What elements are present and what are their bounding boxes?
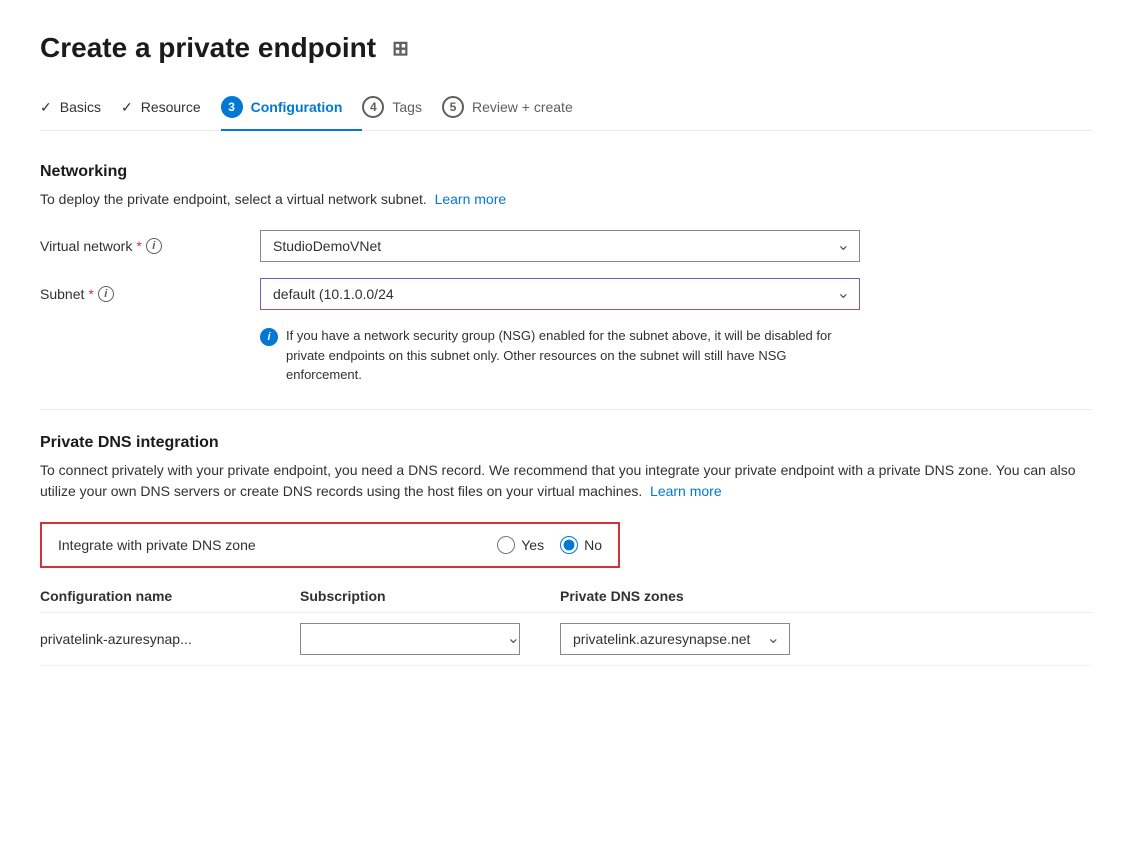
dns-description: To connect privately with your private e…	[40, 460, 1092, 502]
section-divider	[40, 409, 1092, 410]
step-resource[interactable]: ✓ Resource	[121, 99, 221, 128]
subnet-row: Subnet * i default (10.1.0.0/24	[40, 278, 1092, 310]
nsg-info-text: If you have a network security group (NS…	[286, 326, 860, 385]
step-review[interactable]: 5 Review + create	[442, 96, 593, 130]
dns-integrate-label: Integrate with private DNS zone	[58, 537, 465, 553]
step-resource-label: Resource	[141, 99, 201, 115]
step-basics[interactable]: ✓ Basics	[40, 99, 121, 128]
dns-radio-group: Yes No	[497, 536, 602, 554]
subnet-control: default (10.1.0.0/24	[260, 278, 860, 310]
subscription-select-wrapper	[300, 623, 530, 655]
dns-yes-label: Yes	[521, 537, 544, 553]
dns-learn-more[interactable]: Learn more	[650, 483, 722, 499]
step-configuration-circle: 3	[221, 96, 243, 118]
subnet-required: *	[88, 286, 93, 302]
subnet-select[interactable]: default (10.1.0.0/24	[260, 278, 860, 310]
col-dns-zones: Private DNS zones	[560, 588, 1092, 604]
step-tags-circle: 4	[362, 96, 384, 118]
virtual-network-select[interactable]: StudioDemoVNet	[260, 230, 860, 262]
dns-no-label: No	[584, 537, 602, 553]
nsg-info-icon: i	[260, 328, 278, 346]
dns-section: Private DNS integration To connect priva…	[40, 434, 1092, 666]
virtual-network-label: Virtual network * i	[40, 230, 260, 254]
step-tags[interactable]: 4 Tags	[362, 96, 442, 130]
dns-zone-select-wrapper: privatelink.azuresynapse.net	[560, 623, 790, 655]
networking-section: Networking To deploy the private endpoin…	[40, 163, 1092, 385]
step-configuration-label: Configuration	[251, 99, 343, 115]
step-tags-label: Tags	[392, 99, 422, 115]
virtual-network-required: *	[136, 238, 141, 254]
page-title: Create a private endpoint	[40, 32, 376, 64]
dns-title: Private DNS integration	[40, 434, 1092, 452]
virtual-network-select-wrapper: StudioDemoVNet	[260, 230, 860, 262]
virtual-network-info-icon[interactable]: i	[146, 238, 162, 254]
subscription-select[interactable]	[300, 623, 520, 655]
virtual-network-control: StudioDemoVNet	[260, 230, 860, 262]
col-subscription: Subscription	[300, 588, 560, 604]
nsg-info-box: i If you have a network security group (…	[260, 326, 860, 385]
dns-yes-option[interactable]: Yes	[497, 536, 544, 554]
step-basics-label: Basics	[60, 99, 101, 115]
step-review-circle: 5	[442, 96, 464, 118]
dns-table: Configuration name Subscription Private …	[40, 588, 1092, 666]
step-review-label: Review + create	[472, 99, 573, 115]
virtual-network-row: Virtual network * i StudioDemoVNet	[40, 230, 1092, 262]
row-dns-zone: privatelink.azuresynapse.net	[560, 623, 1092, 655]
networking-description: To deploy the private endpoint, select a…	[40, 189, 1092, 210]
step-basics-check: ✓	[40, 99, 52, 116]
dns-no-radio[interactable]	[560, 536, 578, 554]
dns-zone-select[interactable]: privatelink.azuresynapse.net	[560, 623, 790, 655]
print-icon[interactable]: ⊞	[392, 36, 409, 61]
page-header: Create a private endpoint ⊞	[40, 32, 1092, 64]
subnet-select-wrapper: default (10.1.0.0/24	[260, 278, 860, 310]
step-resource-check: ✓	[121, 99, 133, 116]
step-configuration[interactable]: 3 Configuration	[221, 96, 363, 130]
networking-learn-more[interactable]: Learn more	[435, 191, 507, 207]
subnet-label: Subnet * i	[40, 278, 260, 302]
dns-integration-box: Integrate with private DNS zone Yes No	[40, 522, 620, 568]
row-subscription	[300, 623, 560, 655]
dns-yes-radio[interactable]	[497, 536, 515, 554]
col-config-name: Configuration name	[40, 588, 300, 604]
wizard-steps: ✓ Basics ✓ Resource 3 Configuration 4 Ta…	[40, 96, 1092, 131]
networking-title: Networking	[40, 163, 1092, 181]
row-config-name: privatelink-azuresynap...	[40, 631, 300, 647]
dns-table-header: Configuration name Subscription Private …	[40, 588, 1092, 613]
subnet-info-icon[interactable]: i	[98, 286, 114, 302]
table-row: privatelink-azuresynap... privatelink.az…	[40, 613, 1092, 666]
dns-no-option[interactable]: No	[560, 536, 602, 554]
